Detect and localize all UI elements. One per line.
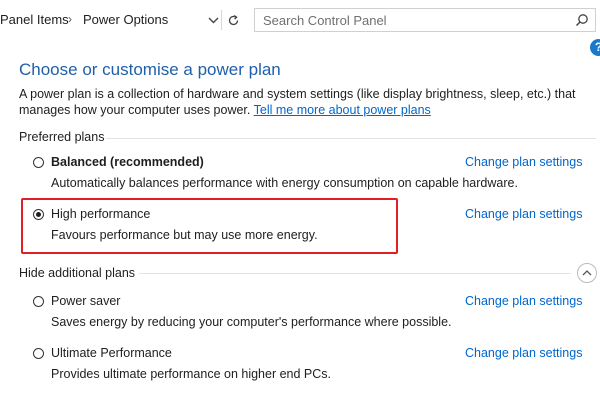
plan-description-high-performance: Favours performance but may use more ene… xyxy=(51,228,318,242)
preferred-plans-label: Preferred plans xyxy=(19,130,105,144)
section-divider xyxy=(139,273,571,274)
help-icon[interactable]: ? xyxy=(590,39,600,56)
address-bar: Panel Items › Power Options Search Contr… xyxy=(0,0,600,42)
change-plan-settings-balanced[interactable]: Change plan settings xyxy=(465,155,582,169)
plan-name-power-saver[interactable]: Power saver xyxy=(51,294,120,308)
section-divider xyxy=(106,138,596,139)
search-icon[interactable] xyxy=(575,13,589,27)
refresh-icon[interactable] xyxy=(223,9,243,31)
page-description: A power plan is a collection of hardware… xyxy=(19,86,600,118)
plan-name-ultimate-performance[interactable]: Ultimate Performance xyxy=(51,346,172,360)
plan-description-power-saver: Saves energy by reducing your computer's… xyxy=(51,315,452,329)
plan-description-balanced: Automatically balances performance with … xyxy=(51,176,518,190)
plan-description-ultimate-performance: Provides ultimate performance on higher … xyxy=(51,367,332,381)
change-plan-settings-power-saver[interactable]: Change plan settings xyxy=(465,294,582,308)
breadcrumb-current[interactable]: Power Options xyxy=(83,12,168,27)
breadcrumb-separator-icon[interactable]: › xyxy=(68,12,72,26)
search-input[interactable]: Search Control Panel xyxy=(254,8,596,32)
plan-name-balanced[interactable]: Balanced (recommended) xyxy=(51,155,204,169)
hide-additional-plans-label[interactable]: Hide additional plans xyxy=(19,266,135,280)
chevron-down-icon[interactable] xyxy=(203,9,223,31)
radio-power-saver[interactable] xyxy=(33,296,44,307)
chevron-up-icon[interactable] xyxy=(577,263,597,283)
divider xyxy=(221,10,222,30)
radio-balanced[interactable] xyxy=(33,157,44,168)
plan-name-high-performance[interactable]: High performance xyxy=(51,207,150,221)
search-placeholder: Search Control Panel xyxy=(263,13,387,28)
radio-high-performance[interactable] xyxy=(33,209,44,220)
change-plan-settings-ultimate-performance[interactable]: Change plan settings xyxy=(465,346,582,360)
radio-ultimate-performance[interactable] xyxy=(33,348,44,359)
change-plan-settings-high-performance[interactable]: Change plan settings xyxy=(465,207,582,221)
page-title: Choose or customise a power plan xyxy=(19,60,281,79)
learn-more-link[interactable]: Tell me more about power plans xyxy=(254,103,431,117)
breadcrumb-parent[interactable]: Panel Items xyxy=(0,12,69,27)
